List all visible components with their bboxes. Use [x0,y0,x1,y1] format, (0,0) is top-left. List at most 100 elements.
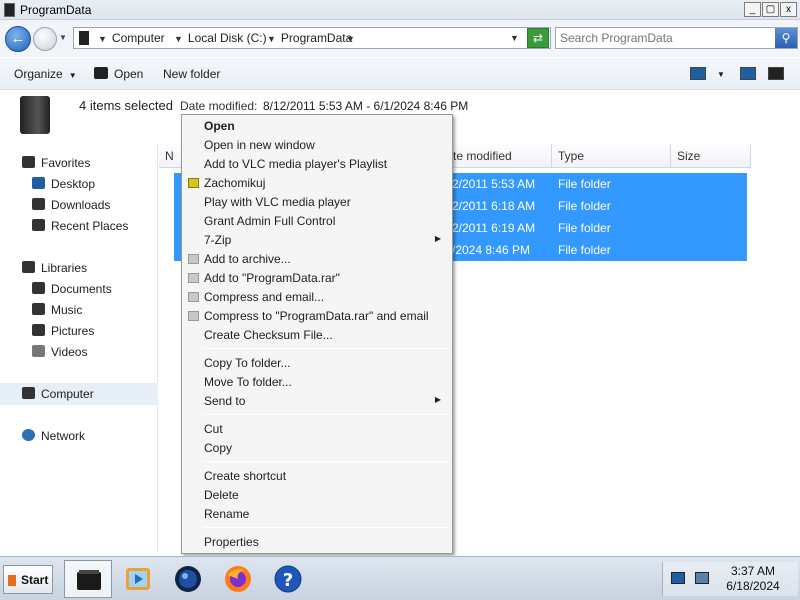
archive-icon [188,292,199,302]
pictures-icon [32,324,45,336]
videos-icon [32,345,45,357]
menu-item-properties[interactable]: Properties [185,533,449,552]
clock-date[interactable]: 6/18/2024 [719,579,787,593]
breadcrumb[interactable]: ▼ Computer ▼ Local Disk (C:) ▼ ProgramData … [73,27,551,49]
forward-button[interactable] [33,27,57,51]
recent-places-icon [32,219,45,231]
computer-icon [22,387,35,399]
date-modified-value: 8/12/2011 5:53 AM - 6/1/2024 8:46 PM [263,99,469,113]
recent-pages-dropdown[interactable]: ▼ [59,33,67,42]
star-icon [22,156,35,168]
menu-item-7zip[interactable]: 7-Zip ▶ [185,231,449,250]
preview-pane-icon[interactable] [740,67,756,80]
column-header-size[interactable]: Size [671,144,751,168]
breadcrumb-computer[interactable]: ▼ Computer [98,31,165,45]
libraries-icon [22,261,35,273]
menu-item-copy-to-folder[interactable]: Copy To folder... [185,354,449,373]
submenu-arrow-icon: ▶ [434,234,441,243]
menu-item-send-to[interactable]: Send to ▶ [185,392,449,411]
documents-icon [32,282,45,294]
menu-item-delete[interactable]: Delete [185,486,449,505]
network-tray-icon[interactable] [695,572,709,584]
music-icon [32,303,45,315]
row-date: 2/2011 6:18 AM [452,199,536,213]
nav-documents[interactable]: Documents [0,279,158,299]
organize-button[interactable]: Organize ▼ [14,67,77,81]
nav-music[interactable]: Music [0,300,158,320]
menu-item-open[interactable]: Open [185,117,449,136]
search-button[interactable]: ⚲ [775,28,797,48]
chevron-right-icon: ▼ [267,34,276,44]
search-box[interactable]: ⚲ [555,27,798,49]
breadcrumb-subfolder-dropdown[interactable]: ▼ [346,31,360,45]
taskbar-explorer-button[interactable] [64,560,112,598]
menu-item-checksum[interactable]: Create Checksum File... [185,326,449,345]
system-tray: 3:37 AM 6/18/2024 [662,562,798,596]
taskbar-globe-button[interactable] [164,560,212,598]
menu-item-cut[interactable]: Cut [185,420,449,439]
nav-libraries[interactable]: Libraries [0,258,158,278]
menu-item-add-archive[interactable]: Add to archive... [185,250,449,269]
nav-videos[interactable]: Videos [0,342,158,362]
search-input[interactable] [558,29,772,47]
menu-item-create-shortcut[interactable]: Create shortcut [185,467,449,486]
menu-item-grant-admin[interactable]: Grant Admin Full Control [185,212,449,231]
taskbar-help-button[interactable]: ? [264,560,312,598]
search-icon: ⚲ [781,31,791,45]
menu-item-play-vlc[interactable]: Play with VLC media player [185,193,449,212]
nav-downloads[interactable]: Downloads [0,195,158,215]
menu-item-open-new-window[interactable]: Open in new window [185,136,449,155]
nav-favorites[interactable]: Favorites [0,153,158,173]
open-button[interactable]: Open [94,67,143,81]
address-history-dropdown[interactable]: ▼ [510,33,519,43]
menu-item-rename[interactable]: Rename [185,505,449,524]
chevron-right-icon: ▼ [174,34,183,44]
menu-item-compress-rar-email[interactable]: Compress to "ProgramData.rar" and email [185,307,449,326]
view-options-dropdown[interactable]: ▼ [717,70,725,79]
maximize-button[interactable]: ▢ [762,2,779,17]
menu-item-add-vlc-playlist[interactable]: Add to VLC media player's Playlist [185,155,449,174]
column-header-type[interactable]: Type [552,144,671,168]
row-date: /2024 8:46 PM [452,243,531,257]
date-modified-label: Date modified: [180,99,258,113]
row-type: File folder [558,243,611,257]
nav-computer[interactable]: Computer [0,383,158,405]
breadcrumb-programdata[interactable]: ▼ ProgramData [267,31,352,45]
chevron-down-icon: ▼ [68,71,77,80]
open-icon [94,67,108,79]
downloads-icon [32,198,45,210]
taskbar: Start ? 3:37 AM 6/18/2024 [0,556,800,600]
nav-desktop[interactable]: Desktop [0,174,158,194]
row-date: 2/2011 5:53 AM [452,177,536,191]
command-bar: Organize ▼ Open New folder ▼ [0,58,800,90]
row-date: 2/2011 6:19 AM [452,221,536,235]
nav-network[interactable]: Network [0,426,158,446]
desktop-icon [32,177,45,189]
action-center-icon[interactable] [671,572,685,584]
column-header-date-modified[interactable]: te modified [446,144,552,168]
help-icon[interactable] [768,67,784,80]
clock-time[interactable]: 3:37 AM [723,564,783,578]
refresh-button[interactable]: ⇄ [527,28,549,48]
nav-pictures[interactable]: Pictures [0,321,158,341]
folder-app-icon [4,3,15,17]
taskbar-firefox-button[interactable] [214,560,262,598]
minimize-button[interactable]: _ [744,2,761,17]
menu-separator [204,414,449,415]
menu-item-compress-email[interactable]: Compress and email... [185,288,449,307]
close-button[interactable]: x [780,2,797,17]
menu-item-copy[interactable]: Copy [185,439,449,458]
selection-count: 4 items selected [79,98,173,113]
change-view-icon[interactable] [690,67,706,80]
context-menu: Open Open in new window Add to VLC media… [181,114,453,554]
nav-recent-places[interactable]: Recent Places [0,216,158,236]
navigation-pane: Favorites Desktop Downloads Recent Place… [0,143,158,553]
back-button[interactable]: ← [5,26,31,52]
menu-item-add-rar[interactable]: Add to "ProgramData.rar" [185,269,449,288]
start-button[interactable]: Start [3,565,53,594]
taskbar-media-player-button[interactable] [114,560,162,598]
menu-item-zachomikuj[interactable]: Zachomikuj [185,174,449,193]
breadcrumb-local-disk[interactable]: ▼ Local Disk (C:) [174,31,267,45]
new-folder-button[interactable]: New folder [163,67,220,81]
menu-item-move-to-folder[interactable]: Move To folder... [185,373,449,392]
